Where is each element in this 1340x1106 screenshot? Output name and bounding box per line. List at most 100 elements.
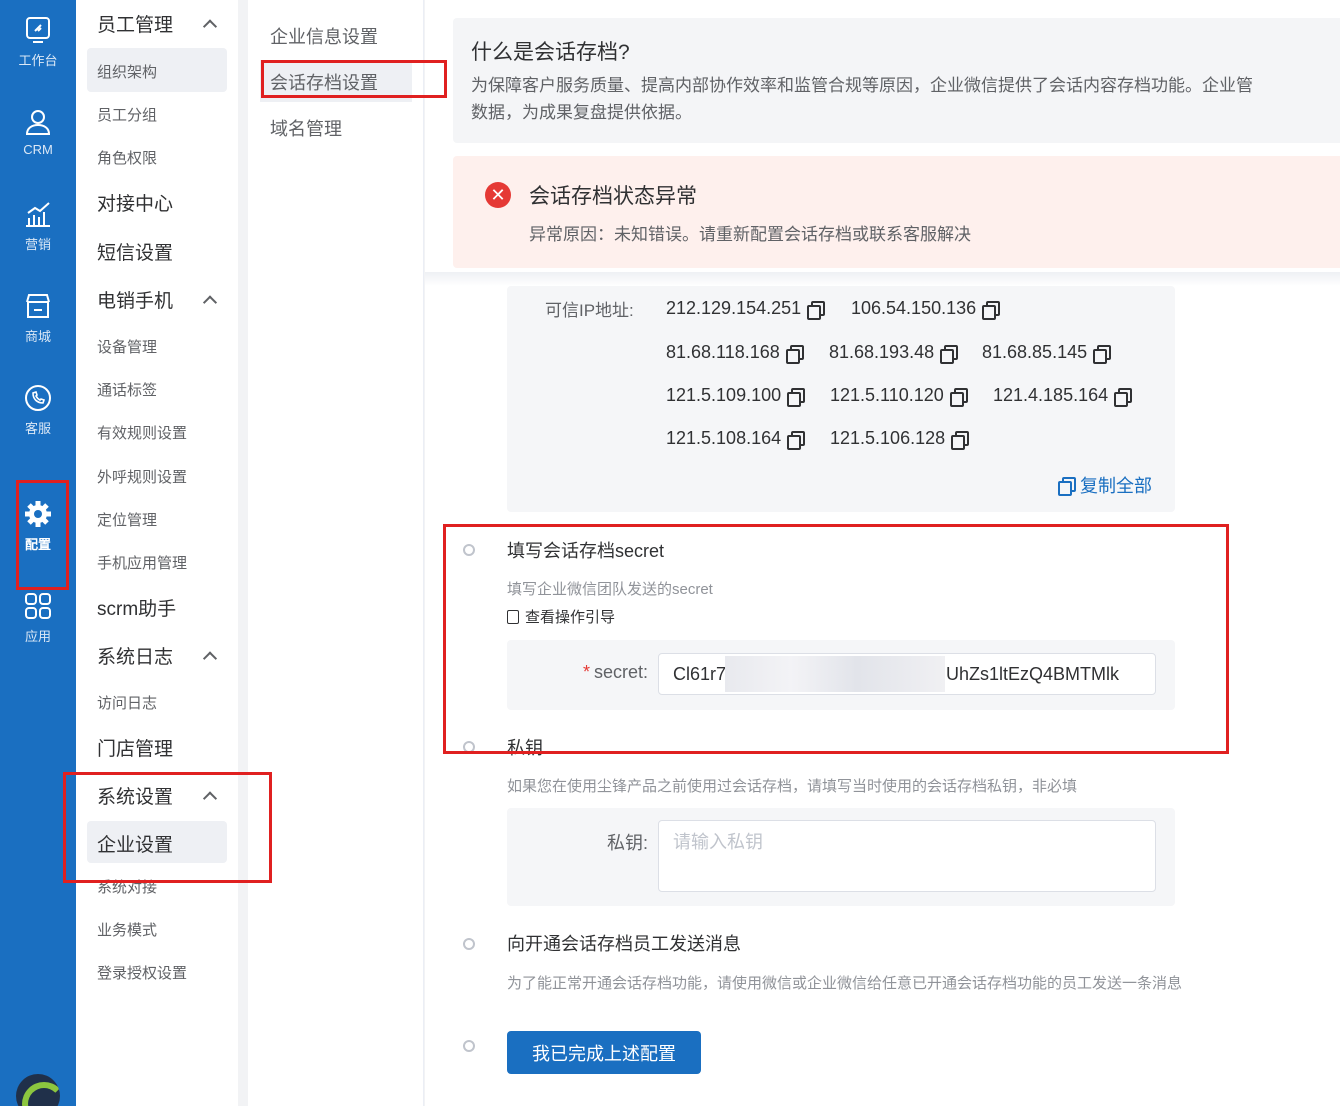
rail-label: 客服	[24, 421, 51, 436]
menu-group-scrm[interactable]: scrm助手	[97, 594, 176, 621]
menu-item-auth[interactable]: 登录授权设置	[97, 962, 187, 983]
copy-icon[interactable]	[982, 300, 1001, 320]
ip-entry[interactable]: 121.5.106.128	[830, 428, 970, 450]
ip-text: 121.5.108.164	[666, 428, 782, 448]
copy-icon[interactable]	[940, 344, 959, 364]
menu-group-label: 门店管理	[97, 739, 174, 760]
menu-group-label: scrm助手	[97, 599, 177, 620]
highlight-box-archive	[261, 60, 447, 98]
ip-text: 106.54.150.136	[851, 298, 977, 318]
chevron-up-icon	[202, 650, 218, 666]
menu-group-sms[interactable]: 短信设置	[97, 238, 173, 265]
phone-icon	[25, 385, 51, 411]
logo-icon	[16, 1074, 60, 1106]
sub-item-domain[interactable]: 域名管理	[270, 115, 342, 141]
rail-item-apps[interactable]: 应用	[0, 590, 76, 670]
menu-item-biz[interactable]: 业务模式	[97, 919, 157, 940]
ip-entry[interactable]: 121.5.109.100	[666, 385, 806, 407]
copy-icon[interactable]	[785, 344, 804, 364]
copy-icon[interactable]	[951, 430, 970, 450]
copy-all-button[interactable]: 复制全部	[1058, 472, 1152, 498]
info-desc-line: 为保障客户服务质量、提高内部协作效率和监管合规等原因，企业微信提供了会话内容存档…	[471, 76, 1253, 95]
rail-item-store[interactable]: 商城	[0, 290, 76, 370]
ip-text: 121.5.109.100	[666, 385, 782, 405]
menu-group-label: 员工管理	[97, 15, 174, 36]
chart-icon	[26, 202, 50, 227]
info-title: 什么是会话存档?	[471, 41, 630, 64]
menu-item-loc[interactable]: 定位管理	[97, 509, 157, 530]
complete-config-button[interactable]: 我已完成上述配置	[507, 1031, 701, 1074]
ip-text: 121.5.106.128	[830, 428, 946, 448]
ip-text: 121.4.185.164	[993, 385, 1109, 405]
copy-icon[interactable]	[1093, 344, 1112, 364]
menu-group-label: 系统日志	[97, 647, 174, 668]
ip-entry[interactable]: 212.129.154.251	[666, 298, 826, 320]
ip-entry[interactable]: 121.5.110.120	[830, 385, 968, 407]
rail-label: 应用	[24, 629, 51, 644]
error-description: 异常原因：未知错误。请重新配置会话存档或联系客服解决	[529, 225, 971, 244]
rail-item-service[interactable]: 客服	[0, 382, 76, 462]
copy-icon[interactable]	[949, 387, 968, 407]
settings-menu: 员工管理 组织架构 员工分组 角色权限 对接中心 短信设置 电销手机 设备管理 …	[76, 0, 238, 1106]
private-key-textarea[interactable]: 请输入私钥	[658, 820, 1156, 892]
ip-text: 81.68.118.168	[666, 342, 780, 362]
ip-entry[interactable]: 81.68.193.48	[829, 342, 959, 364]
chevron-up-icon	[202, 294, 218, 310]
copy-icon	[1058, 477, 1076, 496]
copy-icon[interactable]	[1114, 387, 1133, 407]
menu-group-dock[interactable]: 对接中心	[97, 189, 173, 216]
rail-item-workbench[interactable]: 工作台	[0, 14, 76, 94]
step-dot	[463, 1040, 475, 1052]
menu-item-org[interactable]: 组织架构	[97, 61, 157, 82]
menu-item-visit[interactable]: 访问日志	[97, 692, 157, 713]
rail-item-marketing[interactable]: 营销	[0, 198, 76, 278]
menu-item-role[interactable]: 角色权限	[97, 147, 157, 168]
ip-text: 121.5.110.120	[830, 385, 944, 405]
menu-item-call[interactable]: 外呼规则设置	[97, 466, 187, 487]
highlight-box-config	[16, 480, 69, 590]
menu-item-rule[interactable]: 有效规则设置	[97, 422, 187, 443]
step-msg-title: 向开通会话存档员工发送消息	[507, 934, 741, 954]
sub-item-info[interactable]: 企业信息设置	[270, 23, 378, 49]
menu-item-app[interactable]: 手机应用管理	[97, 552, 187, 573]
menu-group-staff[interactable]: 员工管理	[97, 10, 218, 37]
ip-text: 81.68.85.145	[982, 342, 1088, 362]
menu-group-store[interactable]: 门店管理	[97, 734, 173, 761]
workbench-icon	[26, 17, 50, 43]
menu-group-phone[interactable]: 电销手机	[97, 286, 218, 313]
menu-item-tag[interactable]: 通话标签	[97, 379, 157, 400]
ip-text: 81.68.193.48	[829, 342, 935, 362]
copy-icon[interactable]	[787, 430, 806, 450]
rail-item-crm[interactable]: CRM	[0, 106, 76, 186]
menu-group-label: 对接中心	[97, 194, 174, 215]
rail-label: 商城	[24, 329, 51, 344]
info-card: 什么是会话存档? 为保障客户服务质量、提高内部协作效率和监管合规等原因，企业微信…	[453, 18, 1340, 143]
rail-label: 工作台	[18, 53, 58, 68]
ip-entry[interactable]: 121.4.185.164	[993, 385, 1133, 407]
apps-icon	[25, 593, 51, 619]
error-title: 会话存档状态异常	[529, 185, 697, 208]
key-label: 私钥:	[606, 833, 648, 853]
rail-label: CRM	[23, 142, 53, 157]
menu-item-device[interactable]: 设备管理	[97, 336, 157, 357]
ip-entry[interactable]: 121.5.108.164	[666, 428, 806, 450]
chevron-up-icon	[202, 18, 218, 34]
ip-entry[interactable]: 81.68.118.168	[666, 342, 804, 364]
copy-icon[interactable]	[807, 300, 826, 320]
copy-icon[interactable]	[787, 387, 806, 407]
user-icon	[25, 110, 51, 135]
menu-item-group[interactable]: 员工分组	[97, 104, 157, 125]
step-key-desc: 如果您在使用尘锋产品之前使用过会话存档，请填写当时使用的会话存档私钥，非必填	[507, 778, 1078, 795]
ip-entry[interactable]: 81.68.85.145	[982, 342, 1112, 364]
ip-entry[interactable]: 106.54.150.136	[851, 298, 1001, 320]
error-alert: ✕ 会话存档状态异常 异常原因：未知错误。请重新配置会话存档或联系客服解决	[453, 156, 1340, 268]
step-dot	[463, 938, 475, 950]
company-settings-menu: 企业信息设置 会话存档设置 域名管理	[248, 0, 424, 1106]
menu-group-label: 短信设置	[97, 243, 174, 264]
sticky-shadow	[425, 272, 1340, 286]
rail-label: 营销	[24, 237, 51, 252]
error-icon: ✕	[485, 182, 511, 208]
menu-group-log[interactable]: 系统日志	[97, 642, 218, 669]
highlight-box-company	[63, 772, 272, 883]
copy-all-label: 复制全部	[1080, 476, 1152, 496]
